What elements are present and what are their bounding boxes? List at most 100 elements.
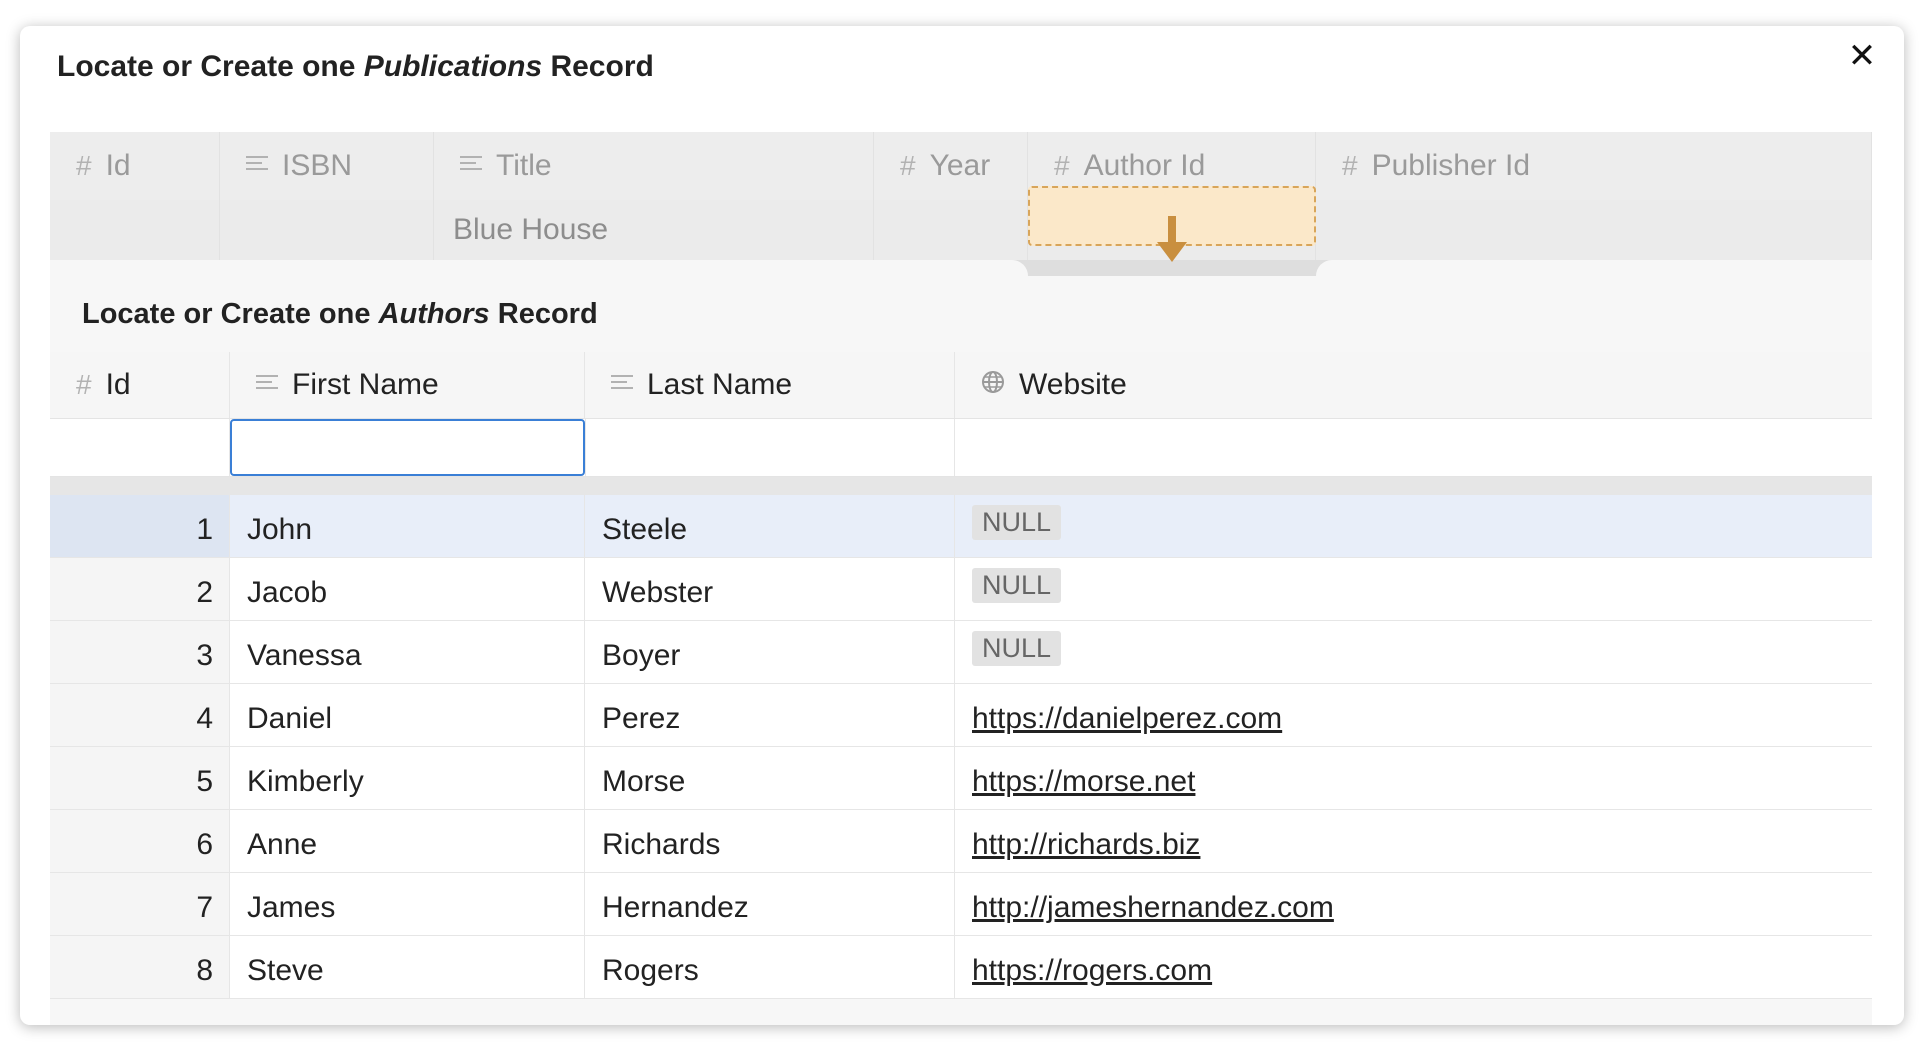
text-lines-icon [246,154,268,174]
authors-panel: Locate or Create one Authors Record # Id F… [50,276,1872,1025]
modal-title: Locate or Create one Publications Record [57,50,654,83]
column-label: Author Id [1083,149,1206,182]
authors-column-website[interactable]: Website [955,352,1872,418]
website-cell[interactable]: http://richards.biz [955,810,1872,872]
first-name-cell[interactable]: Jacob [230,558,585,620]
website-cell[interactable]: https://rogers.com [955,936,1872,998]
table-row[interactable]: 6 Anne Richards http://richards.biz [50,810,1872,873]
website-link[interactable]: https://danielperez.com [972,702,1282,736]
table-row[interactable]: 4 Daniel Perez https://danielperez.com [50,684,1872,747]
last-name-cell[interactable]: Perez [585,684,955,746]
website-cell[interactable]: http://jameshernandez.com [955,873,1872,935]
website-cell[interactable]: https://danielperez.com [955,684,1872,746]
null-badge: NULL [972,630,1062,666]
table-row[interactable]: 8 Steve Rogers https://rogers.com [50,936,1872,999]
column-label: First Name [292,368,439,401]
publications-cell-title[interactable]: Blue House [434,200,874,260]
publications-grid: # Id ISBN Title # Year # Author Id # Publisher Id… [50,132,1872,276]
hash-icon: # [76,150,92,181]
publications-column-isbn[interactable]: ISBN [220,132,434,200]
filter-cell-website[interactable] [955,419,1872,476]
first-name-cell[interactable]: Vanessa [230,621,585,683]
hash-icon: # [900,150,916,181]
last-name-cell[interactable]: Webster [585,558,955,620]
first-name-cell[interactable]: Steve [230,936,585,998]
first-name-cell[interactable]: Daniel [230,684,585,746]
row-id-cell[interactable]: 6 [50,810,230,872]
website-cell[interactable]: https://morse.net [955,747,1872,809]
table-row[interactable]: 1 John Steele NULL [50,495,1872,558]
authors-column-first-name[interactable]: First Name [230,352,585,418]
close-button[interactable]: ✕ [1842,36,1882,76]
website-link[interactable]: https://rogers.com [972,954,1212,988]
grid-separator [50,477,1872,495]
panel-connector-right [1316,260,1872,276]
website-link[interactable]: https://morse.net [972,765,1195,799]
publications-new-row: Blue House [50,200,1872,260]
null-badge: NULL [972,504,1062,540]
last-name-cell[interactable]: Richards [585,810,955,872]
authors-column-id[interactable]: # Id [50,352,230,418]
website-link[interactable]: http://jameshernandez.com [972,891,1334,925]
last-name-cell[interactable]: Hernandez [585,873,955,935]
website-cell[interactable]: NULL [955,621,1872,683]
first-name-cell[interactable]: Anne [230,810,585,872]
table-row[interactable]: 7 James Hernandez http://jameshernandez.com [50,873,1872,936]
publications-column-publisher-id[interactable]: # Publisher Id [1316,132,1872,200]
publications-column-id[interactable]: # Id [50,132,220,200]
authors-column-last-name[interactable]: Last Name [585,352,955,418]
publications-cell-isbn[interactable] [220,200,434,260]
first-name-filter-input[interactable] [230,419,585,476]
globe-icon [982,371,1004,393]
close-icon: ✕ [1847,37,1877,75]
authors-panel-title: Locate or Create one Authors Record [82,298,598,330]
column-label: Last Name [647,368,793,401]
filter-cell-first-name[interactable] [230,419,585,476]
website-link[interactable]: http://richards.biz [972,828,1200,862]
last-name-cell[interactable]: Morse [585,747,955,809]
filter-cell-last-name[interactable] [585,419,955,476]
column-label: ISBN [282,149,353,182]
text-lines-icon [611,373,633,393]
panel-connector-left [50,260,1028,276]
column-label: Year [929,149,991,182]
row-id-cell[interactable]: 1 [50,495,230,557]
authors-header-row: # Id First Name Last Name Website [50,352,1872,419]
table-row[interactable]: 2 Jacob Webster NULL [50,558,1872,621]
hash-icon: # [76,369,92,400]
row-id-cell[interactable]: 8 [50,936,230,998]
publications-cell-id[interactable] [50,200,220,260]
row-id-cell[interactable]: 3 [50,621,230,683]
column-label: Publisher Id [1371,149,1531,182]
first-name-cell[interactable]: Kimberly [230,747,585,809]
first-name-cell[interactable]: John [230,495,585,557]
column-label: Id [105,149,131,182]
row-id-cell[interactable]: 4 [50,684,230,746]
table-row[interactable]: 5 Kimberly Morse https://morse.net [50,747,1872,810]
filter-cell-id[interactable] [50,419,230,476]
authors-filter-row [50,419,1872,477]
column-label: Website [1019,368,1127,401]
last-name-cell[interactable]: Boyer [585,621,955,683]
publications-header-row: # Id ISBN Title # Year # Author Id # Publisher Id [50,132,1872,200]
authors-rows: 1 John Steele NULL 2 Jacob Webster NULL 3 Vanessa… [50,495,1872,999]
publications-cell-publisher-id[interactable] [1316,200,1872,260]
publications-cell-year[interactable] [874,200,1028,260]
publications-column-year[interactable]: # Year [874,132,1028,200]
hash-icon: # [1054,150,1070,181]
column-label: Id [105,368,131,401]
first-name-cell[interactable]: James [230,873,585,935]
row-id-cell[interactable]: 2 [50,558,230,620]
last-name-cell[interactable]: Steele [585,495,955,557]
text-lines-icon [256,373,278,393]
website-cell[interactable]: NULL [955,495,1872,557]
last-name-cell[interactable]: Rogers [585,936,955,998]
row-id-cell[interactable]: 5 [50,747,230,809]
website-cell[interactable]: NULL [955,558,1872,620]
hash-icon: # [1342,150,1358,181]
publications-column-title[interactable]: Title [434,132,874,200]
table-row[interactable]: 3 Vanessa Boyer NULL [50,621,1872,684]
row-id-cell[interactable]: 7 [50,873,230,935]
authors-grid: # Id First Name Last Name Website 1 John Steel… [50,352,1872,999]
arrow-down-icon [1157,216,1187,262]
